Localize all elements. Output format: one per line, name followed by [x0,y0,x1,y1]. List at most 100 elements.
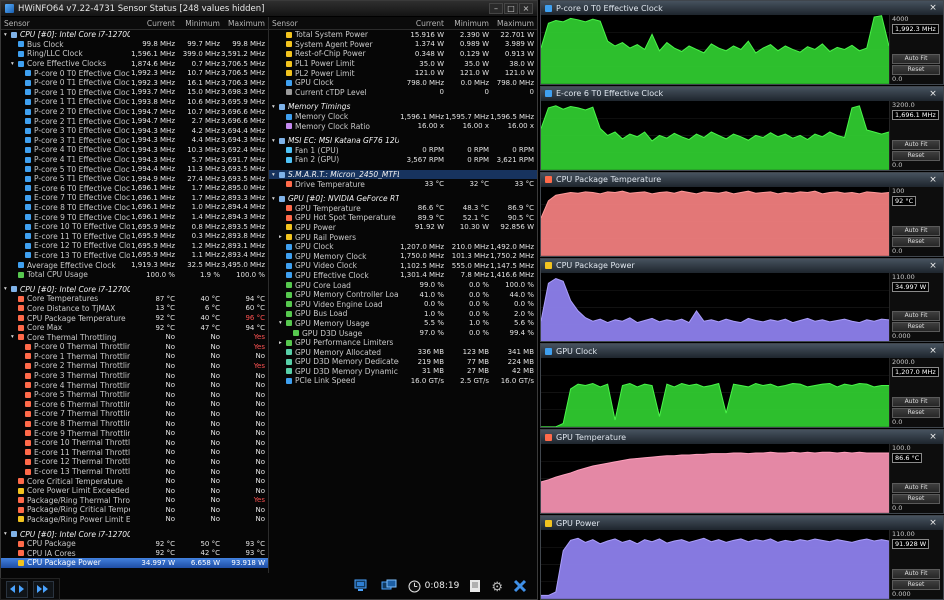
sensor-row[interactable]: GPU Video Engine Load 0.0 % 0.0 % 0.0 % [269,299,537,309]
graph-titlebar[interactable]: GPU Clock × [541,344,943,359]
sensor-row[interactable]: Core Critical Temperature No No No [1,476,268,486]
sensor-row[interactable]: Bus Clock 99.8 MHz 99.7 MHz 99.8 MHz [1,40,268,50]
sensor-row[interactable]: P-core 4 T0 Effective Clock 1,994.3 MHz 10… [1,145,268,155]
expander-icon[interactable]: ▾ [11,334,18,340]
expander-icon[interactable]: ▾ [279,320,286,326]
sensor-row[interactable]: P-core 0 Thermal Throttling No No Yes [1,342,268,352]
sensor-row[interactable]: P-core 5 T1 Effective Clock 1,994.9 MHz 27… [1,174,268,184]
sensor-row[interactable]: Average Effective Clock 1,919.3 MHz 32.5 M… [1,260,268,270]
auto-fit-button[interactable]: Auto Fit [892,139,940,150]
sensor-row[interactable]: ▾ Memory Timings [269,102,537,112]
sensor-row[interactable]: GPU Power 91.92 W 10.30 W 92.856 W [269,223,537,233]
sensor-row[interactable]: GPU Memory Allocated 336 MB 123 MB 341 MB [269,347,537,357]
auto-fit-button[interactable]: Auto Fit [892,225,940,236]
sensor-row[interactable]: GPU Memory Controller Load 41.0 % 0.0 % 44.… [269,290,537,300]
reset-button[interactable]: Reset [892,150,940,161]
graph-titlebar[interactable]: CPU Package Temperature × [541,172,943,187]
expander-icon[interactable]: ▸ [279,340,286,346]
sensor-row[interactable]: E-core 6 Thermal Throttling No No No [1,400,268,410]
sensor-row[interactable]: CPU IA Cores 92 °C 42 °C 93 °C [1,548,268,558]
sensor-row[interactable]: E-core 12 T0 Effective Clock 1,695.9 MHz 1… [1,241,268,251]
sensor-row[interactable]: PL1 Power Limit 35.0 W 35.0 W 38.0 W [269,59,537,69]
expander-icon[interactable]: ▾ [11,61,18,67]
reset-button[interactable]: Reset [892,408,940,419]
sensor-row[interactable]: GPU Video Clock 1,102.5 MHz 555.0 MHz 1,147… [269,261,537,271]
auto-fit-button[interactable]: Auto Fit [892,483,940,494]
sensor-row[interactable]: Memory Clock Ratio 16.00 x 16.00 x 16.00 x [269,121,537,131]
sensor-row[interactable]: Package/Ring Critical Temperature No No No [1,505,268,515]
sensor-row[interactable]: P-core 2 T0 Effective Clock 1,994.7 MHz 10… [1,107,268,117]
reset-button[interactable]: Reset [892,64,940,75]
report-button[interactable] [469,579,481,593]
sensor-row[interactable]: ▾ S.M.A.R.T.: Micron_2450_MTFDKBA1T... [269,169,537,180]
reset-button[interactable]: Reset [892,494,940,505]
sensor-row[interactable]: GPU Core Load 99.0 % 0.0 % 100.0 % [269,280,537,290]
sensor-row[interactable]: E-core 13 T0 Effective Clock 1,695.9 MHz 1… [1,251,268,261]
sensor-row[interactable]: GPU Memory Clock 1,750.0 MHz 101.3 MHz 1,75… [269,251,537,261]
sensor-row[interactable]: GPU D3D Memory Dedicated 219 MB 77 MB 224 M… [269,357,537,367]
minimize-button[interactable]: – [489,3,503,14]
sensor-row[interactable]: CPU Package Temperature 92 °C 40 °C 96 °C [1,313,268,323]
sensor-row[interactable]: Core Temperatures 87 °C 40 °C 94 °C [1,294,268,304]
sensor-row[interactable]: E-core 12 Thermal Throttling No No No [1,457,268,467]
sensor-row[interactable]: P-core 3 T1 Effective Clock 1,994.3 MHz 4.… [1,136,268,146]
sensor-row[interactable]: CPU Package Power 34.997 W 6.658 W 93.918 W [1,558,268,568]
close-icon[interactable]: × [927,261,939,271]
expander-icon[interactable]: ▾ [4,531,11,537]
sensor-row[interactable]: E-core 6 T0 Effective Clock 1,696.1 MHz 1.… [1,184,268,194]
sensor-row[interactable]: PCIe Link Speed 16.0 GT/s 2.5 GT/s 16.0 GT/… [269,376,537,386]
expander-icon[interactable]: ▾ [4,32,11,38]
close-button[interactable]: × [519,3,533,14]
sensor-row[interactable]: GPU Clock 1,207.0 MHz 210.0 MHz 1,492.0 MHz [269,242,537,252]
sensor-row[interactable]: ▾ GPU [#0]: NVIDIA GeForce RTX 3060 L... [269,194,537,204]
sensor-row[interactable]: P-core 2 Thermal Throttling No No Yes [1,361,268,371]
sensor-row[interactable]: System Agent Power 1.374 W 0.989 W 3.989 W [269,40,537,50]
sensor-row[interactable]: E-core 10 Thermal Throttling No No No [1,438,268,448]
sensor-row[interactable]: Memory Clock 1,596.1 MHz 1,595.7 MHz 1,596.… [269,112,537,122]
sensor-row[interactable]: Package/Ring Thermal Throttling No No Yes [1,496,268,506]
sensor-row[interactable]: P-core 2 T1 Effective Clock 1,994.7 MHz 2.… [1,116,268,126]
maximize-button[interactable]: □ [504,3,518,14]
sensor-row[interactable]: E-core 9 T0 Effective Clock 1,696.1 MHz 1.… [1,212,268,222]
sensor-row[interactable]: E-core 13 Thermal Throttling No No No [1,467,268,477]
close-icon[interactable]: × [927,518,939,528]
expander-icon[interactable]: ▾ [272,196,279,202]
sensor-row[interactable]: P-core 1 T1 Effective Clock 1,993.8 MHz 10… [1,97,268,107]
close-sensors-button[interactable] [513,579,527,593]
graph-titlebar[interactable]: CPU Package Power × [541,258,943,273]
graph-titlebar[interactable]: GPU Temperature × [541,430,943,445]
sensor-row[interactable]: ▾ CPU [#0]: Intel Core i7-12700H [1,30,268,40]
logging-button[interactable] [381,579,398,593]
sensor-row[interactable]: P-core 4 Thermal Throttling No No No [1,380,268,390]
sensor-row[interactable]: Current cTDP Level 0 0 0 [269,88,537,98]
sensor-row[interactable]: P-core 0 T0 Effective Clock 1,992.3 MHz 10… [1,68,268,78]
settings-button[interactable]: ⚙ [491,580,503,593]
sensor-row[interactable]: P-core 3 T0 Effective Clock 1,994.3 MHz 4.… [1,126,268,136]
sensor-row[interactable]: E-core 11 Thermal Throttling No No No [1,448,268,458]
sensor-row[interactable]: Total CPU Usage 100.0 % 1.9 % 100.0 % [1,270,268,280]
close-icon[interactable]: × [927,346,939,356]
sensor-row[interactable]: GPU Hot Spot Temperature 89.9 °C 52.1 °C 90… [269,213,537,223]
expander-icon[interactable]: ▾ [272,104,279,110]
window-titlebar[interactable]: HWiNFO64 v7.22-4731 Sensor Status [248 v… [1,1,537,17]
sensor-row[interactable]: Fan 2 (GPU) 3,567 RPM 0 RPM 3,621 RPM [269,155,537,165]
sensor-row[interactable]: E-core 7 Thermal Throttling No No No [1,409,268,419]
sensor-row[interactable]: ▾ Core Effective Clocks 1,874.6 MHz 0.7 MHz… [1,59,268,69]
sensor-row[interactable]: ▾ Core Thermal Throttling No No Yes [1,332,268,342]
sensor-row[interactable]: P-core 1 T0 Effective Clock 1,993.7 MHz 15… [1,88,268,98]
sensor-row[interactable]: Core Power Limit Exceeded No No No [1,486,268,496]
fast-forward-button[interactable] [32,580,54,598]
graph-titlebar[interactable]: E-core 6 T0 Effective Clock × [541,86,943,101]
sensor-row[interactable]: ▸ GPU Rail Powers [269,232,537,242]
sensor-row[interactable]: P-core 5 T0 Effective Clock 1,994.4 MHz 11… [1,164,268,174]
sensor-row[interactable]: E-core 8 Thermal Throttling No No No [1,419,268,429]
sensor-row[interactable]: ▾ MSI EC: MSI Katana GF76 12UE [269,136,537,146]
sensor-row[interactable]: P-core 3 Thermal Throttling No No No [1,371,268,381]
sensor-row[interactable]: ▾ GPU Memory Usage 5.5 % 1.0 % 5.6 % [269,319,537,329]
sensor-row[interactable]: PL2 Power Limit 121.0 W 121.0 W 121.0 W [269,68,537,78]
sensor-row[interactable]: P-core 5 Thermal Throttling No No No [1,390,268,400]
sensor-row[interactable]: Ring/LLC Clock 1,596.1 MHz 399.0 MHz 3,591.… [1,49,268,59]
sensor-row[interactable]: Fan 1 (CPU) 0 RPM 0 RPM 0 RPM [269,146,537,156]
sensor-row[interactable]: CPU Package 92 °C 50 °C 93 °C [1,539,268,549]
graph-titlebar[interactable]: GPU Power × [541,516,943,531]
